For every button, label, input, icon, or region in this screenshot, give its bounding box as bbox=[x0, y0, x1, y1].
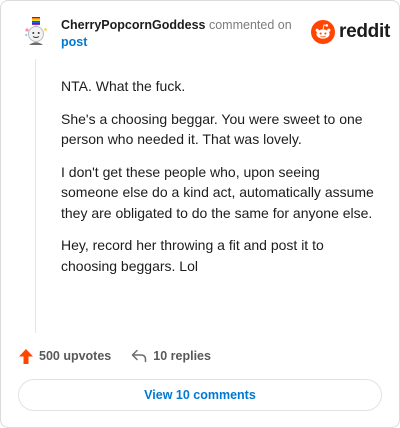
reddit-wordmark: reddit bbox=[339, 21, 390, 42]
comment-card: CherryPopcornGoddess commented on post r… bbox=[0, 0, 400, 428]
comment-paragraph: I don't get these people who, upon seein… bbox=[61, 163, 374, 221]
reddit-alien-icon bbox=[311, 20, 335, 44]
upvote-count: 500 upvotes bbox=[39, 349, 112, 363]
reply-arrow-icon bbox=[132, 349, 147, 363]
comment-body: NTA. What the fuck. She's a choosing beg… bbox=[61, 76, 379, 288]
reply-count: 10 replies bbox=[153, 349, 211, 363]
avatar[interactable] bbox=[23, 17, 49, 45]
post-link[interactable]: post bbox=[61, 35, 87, 49]
comment-footer: 500 upvotes 10 replies bbox=[19, 345, 379, 367]
commented-on-text: commented on bbox=[208, 18, 292, 32]
comment-header: CherryPopcornGoddess commented on post bbox=[61, 17, 301, 51]
username[interactable]: CherryPopcornGoddess bbox=[61, 18, 205, 32]
reddit-logo[interactable]: reddit bbox=[311, 20, 390, 44]
reply-button[interactable]: 10 replies bbox=[131, 349, 211, 363]
avatar-icon bbox=[25, 17, 47, 45]
upvote-button[interactable]: 500 upvotes bbox=[19, 348, 112, 364]
comment-paragraph: She's a choosing beggar. You were sweet … bbox=[61, 110, 363, 148]
comment-paragraph: Hey, record her throwing a fit and post … bbox=[61, 237, 324, 274]
comment-paragraph: NTA. What the fuck. bbox=[61, 78, 186, 94]
view-comments-button[interactable]: View 10 comments bbox=[18, 379, 382, 411]
upvote-arrow-icon bbox=[19, 348, 33, 364]
thread-line[interactable] bbox=[35, 59, 36, 333]
